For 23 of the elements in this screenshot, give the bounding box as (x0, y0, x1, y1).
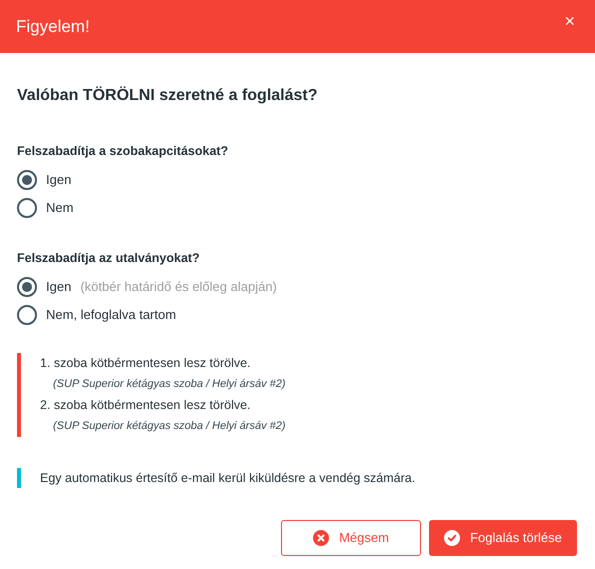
radio-label[interactable]: Igen (46, 276, 72, 296)
notice-detail: (SUP Superior kétágyas szoba / Helyi ársáv #2) (52, 418, 287, 434)
notice-detail: (SUP Superior kétágyas szoba / Helyi ársáv #2) (52, 376, 287, 392)
radio-button[interactable] (17, 198, 37, 218)
group-label: Felszabadítja a szobakapcitásokat? (17, 143, 230, 160)
close-icon (313, 530, 330, 546)
check-icon (444, 530, 460, 546)
dialog-title: Figyelem! (16, 16, 90, 38)
radio-button[interactable] (17, 304, 37, 324)
notice-text: 2. szoba kötbérmentesen lesz törölve. (40, 396, 252, 414)
notice-text: 1. szoba kötbérmentesen lesz törölve. (40, 354, 252, 372)
radio-label[interactable]: Nem, lefoglalva tartom (46, 304, 176, 324)
notice-text: Egy automatikus értesítő e-mail kerül kiküldésre a vendég számára. (40, 470, 416, 487)
group-label: Felszabadítja az utalványokat? (17, 250, 201, 267)
question-heading: Valóban TÖRÖLNI szeretné a foglalást? (17, 85, 319, 106)
close-button[interactable]: × (560, 12, 579, 30)
radio-label[interactable]: Nem (46, 198, 74, 218)
delete-button[interactable]: Foglalás törlése (429, 520, 577, 556)
radio-button[interactable] (17, 276, 37, 296)
radio-label[interactable]: Igen (46, 170, 72, 190)
radio-button[interactable] (17, 170, 37, 190)
cancel-button[interactable]: Mégsem (281, 520, 421, 556)
radio-hint: (kötbér határidő és előleg alapján) (80, 278, 277, 296)
